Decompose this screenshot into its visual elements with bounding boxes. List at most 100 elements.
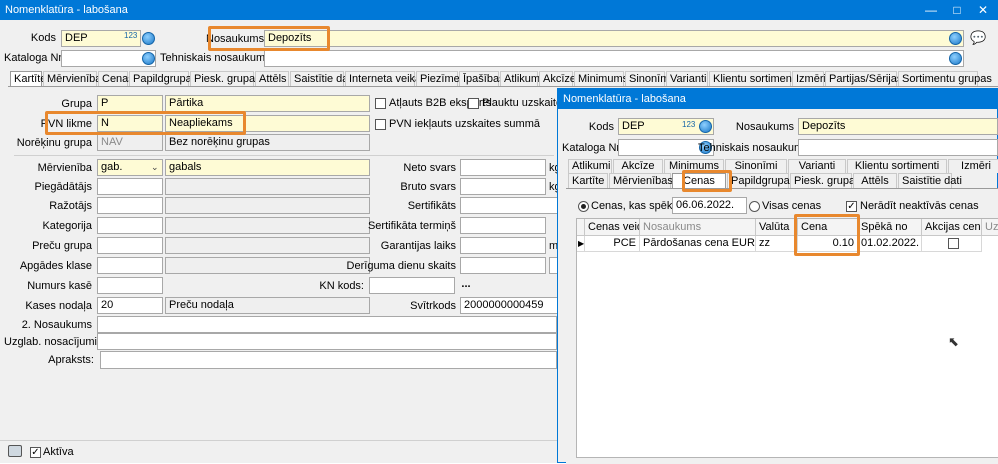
grupa-label: Grupa <box>61 98 92 110</box>
radio-visas[interactable] <box>749 201 760 212</box>
kategorija-input[interactable] <box>97 217 163 234</box>
mouse-cursor-icon: ⬉ <box>948 334 959 349</box>
grid-header-valuta[interactable]: Valūta <box>756 219 798 236</box>
highlight-cenas-tab <box>682 170 732 192</box>
aktiva-checkbox[interactable]: ✓ <box>30 447 41 458</box>
sec-tab-row2-5[interactable]: Attēls <box>853 173 897 189</box>
nosaukums-input[interactable]: Depozīts <box>798 118 998 135</box>
tab-18[interactable]: Sortimentu grupas <box>898 71 992 87</box>
derigums-input[interactable] <box>460 257 546 274</box>
tab-6[interactable]: Saistītie dati <box>290 71 354 87</box>
grid-header-cenas-veids[interactable]: Cenas veids <box>585 219 640 236</box>
tab-1[interactable]: Mērvienības <box>43 71 107 87</box>
tab-13[interactable]: Sinonīmi <box>625 71 672 87</box>
sertifikats-input[interactable] <box>460 197 560 214</box>
sec-tab-row2-0[interactable]: Kartīte <box>568 173 608 189</box>
grid-header-uzc[interactable]: Uzc <box>982 219 998 236</box>
tab-2[interactable]: Cenas <box>98 71 134 87</box>
maximize-icon[interactable]: □ <box>944 0 970 20</box>
kases-nodala-input[interactable]: 20 <box>97 297 163 314</box>
tab-8[interactable]: Piezīmes <box>416 71 465 87</box>
neto-input[interactable] <box>460 159 546 176</box>
numurs-kase-input[interactable] <box>97 277 163 294</box>
svitrkods-input[interactable]: 2000000000459 <box>460 297 560 314</box>
garantijas-input[interactable] <box>460 237 546 254</box>
nerad-checkbox[interactable]: ✓ <box>846 201 857 212</box>
globe-icon[interactable] <box>142 32 155 45</box>
akcijas-checkbox[interactable] <box>948 238 959 249</box>
cell-speka-no[interactable]: 01.02.2022. <box>858 236 922 252</box>
radio-kas-speka[interactable] <box>578 201 589 212</box>
kn-input[interactable] <box>369 277 455 294</box>
plauktu-checkbox[interactable] <box>468 98 479 109</box>
radio-visas-label: Visas cenas <box>762 200 822 212</box>
counter-icon[interactable]: 123 <box>124 32 137 40</box>
tab-7[interactable]: Interneta veikals <box>345 71 429 87</box>
tab-9[interactable]: Īpašības <box>459 71 505 87</box>
nosaukums-input[interactable]: Depozīts <box>264 30 964 47</box>
cell-valuta[interactable]: zz <box>756 236 798 252</box>
tab-3[interactable]: Papildgrupas <box>129 71 197 87</box>
grid-header-nosaukums[interactable]: Nosaukums <box>640 219 756 236</box>
nosaukums-label: Nosaukums <box>735 121 794 133</box>
minimize-icon[interactable]: — <box>918 0 944 20</box>
tab-17[interactable]: Partijas/Sērijas <box>825 71 902 87</box>
sert-termins-input[interactable] <box>460 217 546 234</box>
tehniskais-input[interactable] <box>264 50 964 67</box>
tab-10[interactable]: Atlikumi <box>500 71 543 87</box>
sec-tab-row1-1[interactable]: Akcīze <box>613 159 663 173</box>
globe-icon[interactable] <box>699 120 712 133</box>
nos2-label: 2. Nosaukums <box>21 319 92 331</box>
sec-tab-row2-4[interactable]: Piesk. grupas <box>790 173 861 189</box>
razotajs-input[interactable] <box>97 197 163 214</box>
sec-tab-row1-3[interactable]: Sinonīmi <box>725 159 787 173</box>
b2b-checkbox[interactable] <box>375 98 386 109</box>
apraksts-textarea[interactable] <box>100 351 557 369</box>
apgades-input[interactable] <box>97 257 163 274</box>
tab-4[interactable]: Piesk. grupas <box>190 71 261 87</box>
sec-tab-row2-3[interactable]: Papildgrupas <box>727 173 795 189</box>
printer-icon[interactable] <box>8 445 22 457</box>
counter-icon[interactable]: 123 <box>682 121 695 129</box>
chat-icon[interactable]: 💬 <box>970 31 986 45</box>
nos2-input[interactable] <box>97 316 557 333</box>
tab-0[interactable]: Kartīte <box>10 71 46 87</box>
tab-15[interactable]: Klientu sortimenti <box>709 71 797 87</box>
tab-5[interactable]: Attēls <box>255 71 289 87</box>
pvn-ieklauts-checkbox[interactable] <box>375 119 386 130</box>
preces-grupa-input[interactable] <box>97 237 163 254</box>
sec-tab-row1-0[interactable]: Atlikumi <box>568 159 612 173</box>
main-tab-strip: Kartīte Mērvienības Cenas Papildgrupas Piesk… <box>10 71 998 87</box>
globe-icon[interactable] <box>949 52 962 65</box>
globe-icon[interactable] <box>142 52 155 65</box>
cell-nosaukums[interactable]: Pārdošanas cena EUR <box>640 236 756 252</box>
tehniskais-input[interactable] <box>798 139 998 156</box>
bruto-input[interactable] <box>460 178 546 195</box>
garantijas-label: Garantijas laiks <box>380 240 456 252</box>
kn-browse-button[interactable]: ... <box>458 277 474 294</box>
tab-11[interactable]: Akcīze <box>539 71 576 87</box>
sec-tab-row1-6[interactable]: Izmēri <box>948 159 998 173</box>
sec-tab-row2-1[interactable]: Mērvienības <box>609 173 673 189</box>
chevron-down-icon[interactable]: ⌄ <box>151 160 159 174</box>
cell-cenas-veids[interactable]: PCE <box>585 236 640 252</box>
tab-12[interactable]: Minimums <box>574 71 628 87</box>
date-input[interactable]: 06.06.2022. <box>672 197 747 214</box>
close-icon[interactable]: ✕ <box>970 0 996 20</box>
sec-tab-row2-6[interactable]: Saistītie dati <box>898 173 962 189</box>
piegadatajs-input[interactable] <box>97 178 163 195</box>
grupa-code-input[interactable]: P <box>97 95 163 112</box>
sec-tab-row1-5[interactable]: Klientu sortimenti <box>847 159 947 173</box>
piegadatajs-name-field <box>165 178 370 195</box>
grid-header-akcijas-cena[interactable]: Akcijas cena <box>922 219 982 236</box>
grid-header-speka-no[interactable]: Spēkā no <box>858 219 922 236</box>
tab-16[interactable]: Izmēri <box>792 71 826 87</box>
norekinu-code-input[interactable]: NAV <box>97 134 163 151</box>
uzglab-input[interactable] <box>97 333 557 350</box>
sec-tab-row1-4[interactable]: Varianti <box>788 159 846 173</box>
numurs-kase-label: Numurs kasē <box>27 280 92 292</box>
sert-termins-label: Sertifikāta termiņš <box>367 220 456 232</box>
tab-14[interactable]: Varianti <box>666 71 708 87</box>
globe-icon[interactable] <box>949 32 962 45</box>
aktiva-label: Aktīva <box>43 446 74 458</box>
